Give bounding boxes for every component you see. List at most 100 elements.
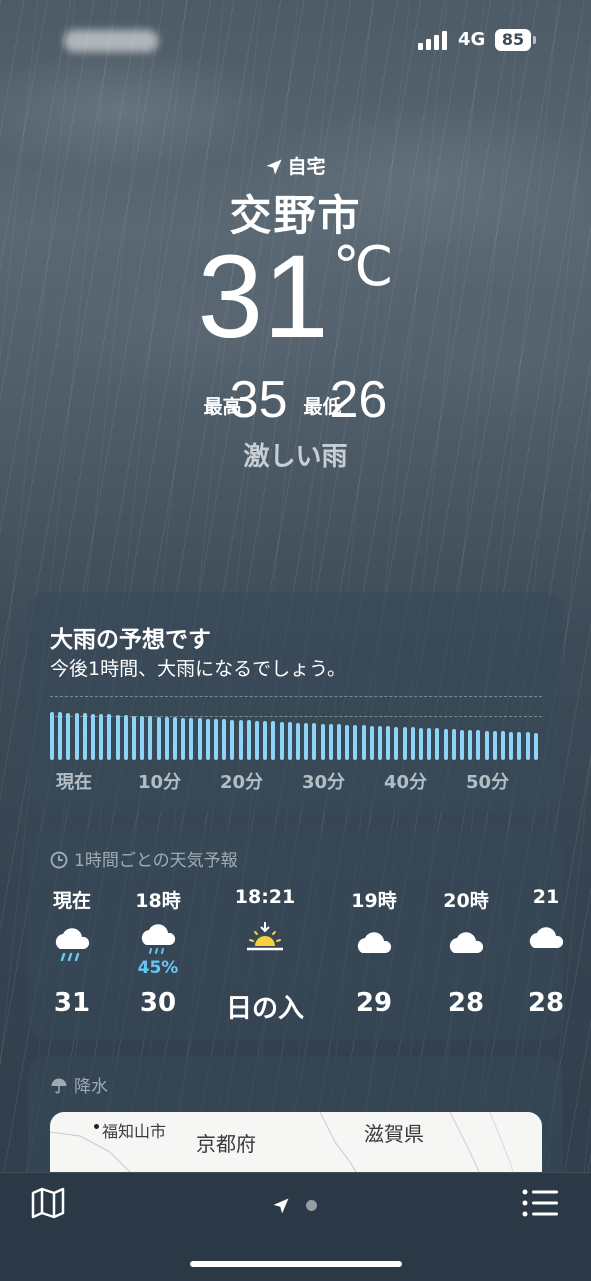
hourly-card-title-text: 1時間ごとの天気予報 bbox=[74, 851, 238, 871]
hour-item: 現在 31 bbox=[32, 886, 112, 1018]
rain-cloud-icon bbox=[32, 923, 112, 971]
precip-next-hour-card[interactable]: 大雨の予想です 今後1時間、大雨になるでしょう。 現在 10分 20分 30分 … bbox=[28, 592, 563, 812]
hourly-forecast-card[interactable]: 1時間ごとの天気予報 現在 31 18時 45% 30 18:21 日の入 19… bbox=[28, 830, 563, 1040]
map-label: 滋賀県 bbox=[364, 1122, 424, 1146]
precip-bar bbox=[82, 713, 87, 760]
precip-bar bbox=[443, 729, 448, 760]
precip-bar bbox=[509, 732, 514, 760]
condition-text: 激しい雨 bbox=[243, 442, 348, 472]
precip-bar bbox=[369, 726, 374, 760]
cloud-icon bbox=[506, 918, 563, 966]
precip-bar bbox=[115, 715, 120, 760]
precip-bar bbox=[410, 727, 415, 760]
axis-label: 40分 bbox=[384, 772, 428, 793]
precip-bar bbox=[394, 727, 399, 760]
precip-bar bbox=[173, 717, 177, 760]
high-value: 35 bbox=[229, 371, 288, 429]
hour-time: 19時 bbox=[351, 890, 397, 912]
precip-bar bbox=[435, 728, 440, 760]
hour-time: 20時 bbox=[443, 890, 489, 912]
current-temperature: 31℃ bbox=[0, 237, 591, 356]
status-bar: 4G 85 bbox=[0, 0, 591, 80]
hour-temp: 28 bbox=[527, 988, 563, 1018]
precip-bar bbox=[501, 731, 505, 760]
precip-bar bbox=[328, 724, 333, 760]
precip-bar bbox=[304, 723, 309, 760]
precip-bar bbox=[296, 723, 300, 760]
axis-label: 20分 bbox=[220, 772, 264, 793]
location-name: 自宅 bbox=[287, 156, 326, 178]
hour-time: 現在 bbox=[52, 890, 91, 912]
precip-bar bbox=[484, 731, 489, 760]
precip-bar bbox=[132, 716, 136, 760]
precip-bar bbox=[468, 730, 473, 760]
precip-bar bbox=[222, 719, 227, 760]
precip-intensity-chart bbox=[50, 710, 542, 760]
precip-bar bbox=[279, 722, 284, 760]
precip-bar bbox=[476, 730, 481, 760]
home-indicator[interactable] bbox=[190, 1261, 402, 1267]
axis-label: 50分 bbox=[466, 772, 510, 793]
battery-icon: 85 bbox=[495, 29, 531, 51]
precip-bar bbox=[255, 721, 259, 760]
precip-bar bbox=[386, 726, 391, 760]
hour-time: 18時 bbox=[135, 890, 181, 912]
clock-icon bbox=[50, 851, 68, 869]
precip-bar bbox=[230, 720, 235, 760]
hour-time: 18:21 bbox=[234, 886, 296, 908]
precip-bar bbox=[312, 723, 317, 760]
precip-bar bbox=[91, 714, 95, 760]
low-value: 26 bbox=[329, 371, 388, 429]
precip-bar bbox=[164, 717, 169, 760]
cloud-icon bbox=[334, 923, 414, 971]
minute-axis: 現在 10分 20分 30分 40分 50分 bbox=[50, 768, 550, 793]
precip-map-title-text: 降水 bbox=[74, 1077, 108, 1097]
precip-bar bbox=[271, 721, 276, 760]
page-indicator[interactable] bbox=[272, 1197, 317, 1219]
signal-icon bbox=[418, 30, 450, 50]
hour-item: 20時 28 bbox=[426, 886, 506, 1018]
carrier-name-blurred bbox=[64, 30, 158, 52]
precip-card-title: 大雨の予想です bbox=[50, 627, 211, 653]
precip-bar bbox=[337, 724, 341, 760]
city-list-button[interactable] bbox=[522, 1189, 558, 1221]
hour-temp: 29 bbox=[355, 988, 393, 1018]
precip-bar bbox=[402, 727, 407, 760]
hour-item: 18:21 日の入 bbox=[225, 886, 305, 1024]
precip-bar bbox=[214, 719, 218, 760]
precip-bar bbox=[189, 718, 194, 760]
precip-bar bbox=[361, 725, 366, 760]
hourly-card-title: 1時間ごとの天気予報 bbox=[50, 846, 238, 871]
city-dot bbox=[94, 1124, 99, 1129]
high-low: 最高35 最低26 bbox=[0, 370, 591, 430]
temperature-unit: ℃ bbox=[332, 237, 394, 297]
precip-map-title: 降水 bbox=[50, 1072, 108, 1097]
location-arrow-icon bbox=[266, 159, 282, 175]
map-button[interactable] bbox=[30, 1187, 66, 1223]
battery-tip bbox=[533, 36, 536, 44]
precip-bar bbox=[533, 733, 538, 760]
precip-bar bbox=[148, 716, 153, 760]
high-label: 最高 bbox=[203, 396, 242, 418]
precip-bar bbox=[246, 720, 251, 760]
precip-bar bbox=[345, 725, 350, 760]
chart-guide-line bbox=[50, 696, 542, 697]
temperature-value: 31 bbox=[197, 231, 329, 363]
hour-time: 21 bbox=[532, 886, 560, 908]
precip-bar bbox=[427, 728, 432, 760]
precip-bar bbox=[460, 730, 464, 760]
axis-label: 現在 bbox=[56, 772, 92, 793]
precip-bar bbox=[263, 721, 268, 760]
precip-bar bbox=[353, 725, 358, 760]
axis-label: 30分 bbox=[302, 772, 346, 793]
network-type: 4G bbox=[458, 29, 486, 50]
map-label: 福知山市 bbox=[102, 1122, 167, 1141]
precip-bar bbox=[181, 718, 186, 760]
hourly-scroll[interactable]: 現在 31 18時 45% 30 18:21 日の入 19時 29 20時 28… bbox=[28, 886, 563, 1036]
location-label: 自宅 bbox=[0, 152, 591, 179]
precip-bar bbox=[156, 717, 161, 760]
low-label: 最低 bbox=[303, 396, 342, 418]
axis-label: 10分 bbox=[138, 772, 182, 793]
list-icon bbox=[522, 1189, 558, 1217]
precip-bar bbox=[525, 732, 530, 760]
